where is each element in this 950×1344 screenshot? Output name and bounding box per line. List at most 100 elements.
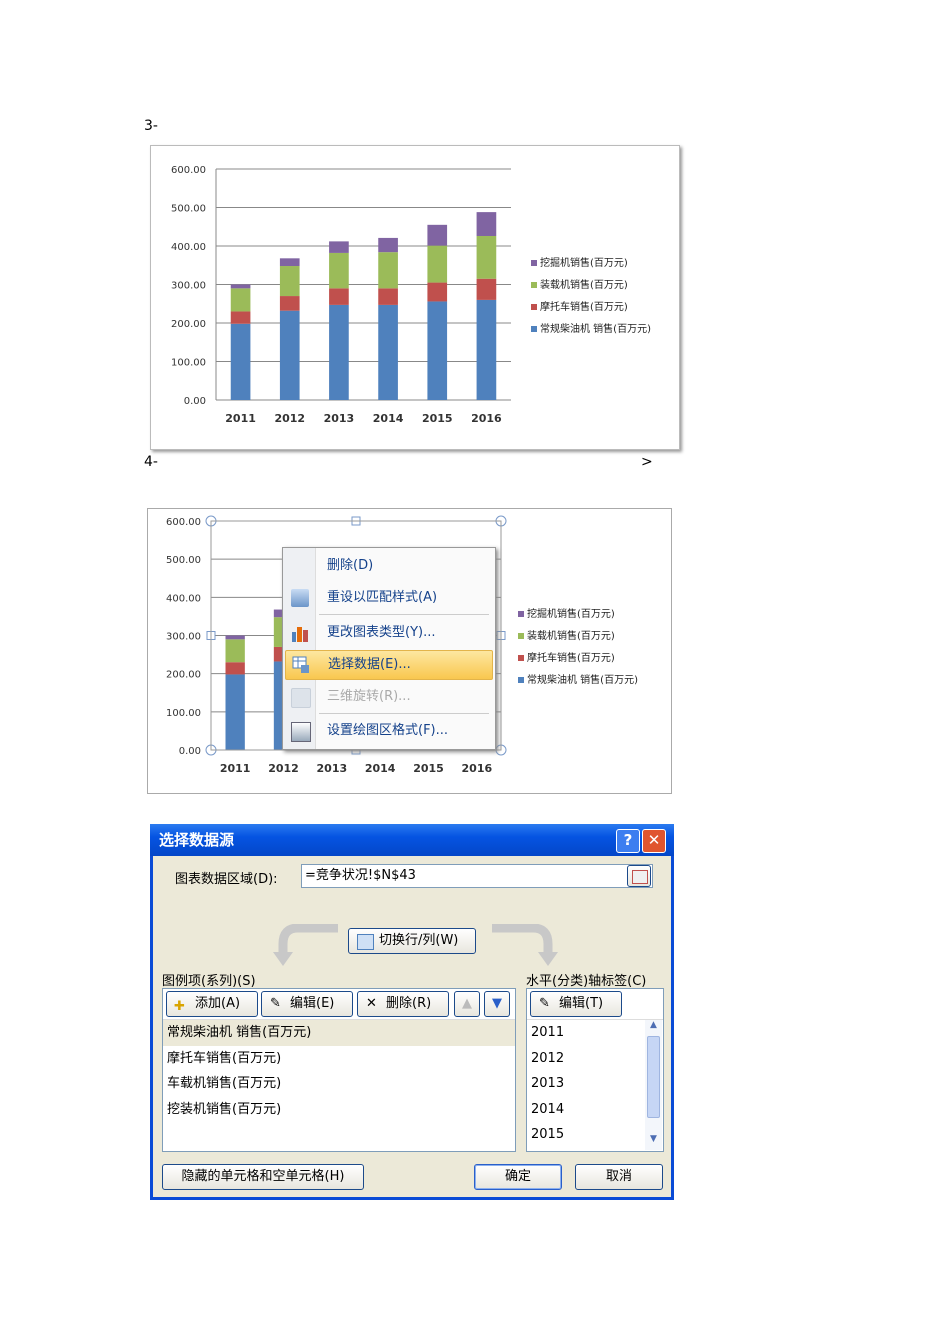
close-button[interactable]: ✕ [642, 829, 666, 853]
x-tick-label: 2016 [471, 412, 502, 425]
collapse-range-button[interactable] [627, 865, 651, 887]
switch-row-column-button[interactable]: 切换行/列(W) [348, 928, 476, 954]
category-item[interactable]: 2011 [527, 1020, 663, 1046]
y-tick-label: 200.00 [166, 670, 201, 681]
dialog-title-bar: 选择数据源 ? ✕ [150, 824, 674, 856]
menu-item-format-plot-area[interactable]: 设置绘图区格式(F)... [285, 717, 491, 745]
x-tick-label: 2011 [220, 762, 251, 775]
bar-segment [427, 282, 448, 302]
x-tick-label: 2014 [373, 412, 404, 425]
y-tick-label: 300.00 [166, 632, 201, 643]
legend-swatch [518, 677, 524, 683]
menu-item-3d-rotation[interactable]: 三维旋转(R)... [285, 683, 491, 711]
series-item[interactable]: 常规柴油机 销售(百万元) [163, 1020, 515, 1046]
bar-segment [476, 235, 497, 279]
legend-label: 常规柴油机 销售(百万元) [527, 673, 638, 686]
bar-segment [378, 252, 398, 289]
bar-segment [225, 674, 245, 750]
step-4-label: 4- [144, 454, 158, 470]
add-series-button[interactable]: ✚ 添加(A) [166, 991, 258, 1017]
legend-label: 常规柴油机 销售(百万元) [540, 322, 651, 335]
legend-swatch [518, 633, 524, 639]
bar-segment [476, 299, 497, 400]
arrow-right-icon [492, 924, 558, 966]
series-item[interactable]: 挖装机销售(百万元) [163, 1097, 515, 1123]
context-menu: 删除(D) 重设以匹配样式(A) 更改图表类型(Y)... 选择数据(E)...… [282, 547, 496, 750]
move-up-button[interactable]: ▲ [454, 991, 480, 1017]
category-item[interactable]: 2012 [527, 1046, 663, 1072]
category-item[interactable]: 2013 [527, 1071, 663, 1097]
y-tick-label: 500.00 [171, 204, 206, 215]
y-tick-label: 100.00 [166, 708, 201, 719]
chart-1[interactable]: 0.00 100.00 200.00 300.00 400.00 500.00 600.00… [150, 145, 680, 450]
x-tick-label: 2012 [274, 412, 305, 425]
bar-segment [279, 296, 300, 311]
legend-swatch [531, 282, 537, 288]
remove-icon: ✕ [366, 996, 377, 1011]
bar-segment [329, 241, 349, 253]
category-list: ✎ 编辑(T) 2011 2012 2013 2014 2015 ▲ ▼ [526, 988, 664, 1152]
y-tick-label: 0.00 [184, 396, 206, 407]
edit-series-button[interactable]: ✎ 编辑(E) [261, 991, 353, 1017]
bar-segment [279, 258, 300, 267]
range-picker-icon [632, 870, 648, 884]
bar-segment [225, 635, 245, 640]
legend-label: 挖掘机销售(百万元) [540, 256, 628, 269]
range-input[interactable]: =竞争状况!$N$43 [301, 864, 653, 888]
y-tick-label: 200.00 [171, 319, 206, 330]
category-item[interactable]: 2014 [527, 1097, 663, 1123]
stacked-bar-chart: 0.00 100.00 200.00 300.00 400.00 500.00 600.00… [171, 165, 651, 425]
legend-label: 装载机销售(百万元) [527, 629, 615, 642]
select-data-source-dialog: 选择数据源 ? ✕ 图表数据区域(D): =竞争状况!$N$43 切换行/列(W… [150, 824, 674, 1200]
legend-label: 装载机销售(百万元) [540, 278, 628, 291]
hidden-empty-cells-button[interactable]: 隐藏的单元格和空单元格(H) [162, 1164, 364, 1190]
x-tick-label: 2011 [225, 412, 256, 425]
bar-segment [329, 252, 349, 289]
y-tick-label: 0.00 [179, 746, 201, 757]
axis-labels-label: 水平(分类)轴标签(C) [526, 974, 647, 989]
legend-label: 摩托车销售(百万元) [527, 651, 615, 664]
edit-icon: ✎ [270, 996, 281, 1011]
select-data-icon [292, 656, 310, 674]
menu-item-delete[interactable]: 删除(D) [285, 552, 491, 580]
bar-segment [329, 304, 349, 400]
series-item[interactable]: 车载机销售(百万元) [163, 1071, 515, 1097]
y-tick-label: 400.00 [171, 242, 206, 253]
bar-segment [427, 245, 448, 283]
legend-swatch [531, 326, 537, 332]
series-item[interactable]: 摩托车销售(百万元) [163, 1046, 515, 1072]
help-button[interactable]: ? [616, 829, 640, 853]
bar-segment [230, 284, 251, 289]
menu-item-change-chart-type[interactable]: 更改图表类型(Y)... [285, 619, 491, 647]
bar-segment [225, 639, 245, 663]
y-tick-label: 400.00 [166, 593, 201, 604]
scrollbar[interactable]: ▲ ▼ [645, 1020, 662, 1150]
x-tick-label: 2015 [413, 762, 444, 775]
bar-segment [279, 266, 300, 297]
x-tick-label: 2013 [324, 412, 355, 425]
edit-axis-labels-button[interactable]: ✎ 编辑(T) [530, 991, 622, 1017]
cancel-button[interactable]: 取消 [575, 1164, 663, 1190]
arrow-left-icon [273, 924, 338, 966]
bar-segment [329, 288, 349, 305]
ok-button[interactable]: 确定 [474, 1164, 562, 1190]
bar-segment [230, 311, 251, 324]
remove-series-button[interactable]: ✕ 删除(R) [357, 991, 449, 1017]
bar-segment [378, 237, 398, 253]
bar-segment [230, 323, 251, 400]
menu-item-reset-style[interactable]: 重设以匹配样式(A) [285, 584, 491, 612]
arrow-down-icon: ▼ [492, 996, 502, 1011]
legend-label: 摩托车销售(百万元) [540, 300, 628, 313]
y-tick-label: 300.00 [171, 281, 206, 292]
move-down-button[interactable]: ▼ [484, 991, 510, 1017]
category-item[interactable]: 2015 [527, 1122, 663, 1148]
y-tick-label: 500.00 [166, 555, 201, 566]
range-label: 图表数据区域(D): [175, 872, 278, 887]
legend-swatch [531, 260, 537, 266]
bar-segment [378, 304, 398, 400]
legend-label: 挖掘机销售(百万元) [527, 607, 615, 620]
x-tick-label: 2015 [422, 412, 453, 425]
x-tick-label: 2013 [317, 762, 348, 775]
y-tick-label: 600.00 [171, 165, 206, 176]
menu-item-select-data[interactable]: 选择数据(E)... [285, 650, 493, 680]
